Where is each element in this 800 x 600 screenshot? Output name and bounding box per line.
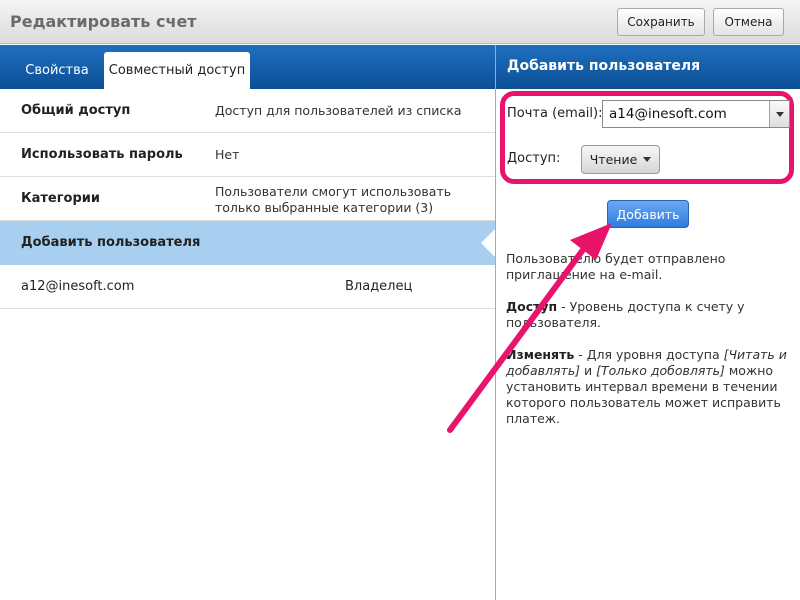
add-user-button[interactable]: Добавить xyxy=(607,200,689,228)
email-label: Почта (email): xyxy=(507,106,603,121)
row-shared-access[interactable]: Общий доступ Доступ для пользователей из… xyxy=(0,89,495,133)
row-label: Добавить пользователя xyxy=(21,235,201,250)
row-categories[interactable]: Категории Пользователи смогут использова… xyxy=(0,177,495,221)
row-value: Нет xyxy=(215,147,240,162)
row-label: Категории xyxy=(21,191,100,206)
help-text: Пользователю будет отправлено приглашени… xyxy=(506,251,792,443)
help-access-term: Доступ xyxy=(506,299,558,314)
help-invitation: Пользователю будет отправлено приглашени… xyxy=(506,251,726,282)
help-edit: Изменять - Для уровня доступа [Читать и … xyxy=(506,347,792,427)
window-titlebar: Редактировать счет Сохранить Отмена xyxy=(0,0,800,44)
add-user-panel-header: Добавить пользователя xyxy=(496,45,800,89)
help-edit-level-2: [Только добовлять] xyxy=(596,363,725,378)
user-email: a12@inesoft.com xyxy=(21,279,135,294)
cancel-button[interactable]: Отмена xyxy=(713,8,784,36)
caret-down-icon xyxy=(643,157,652,162)
user-list-item[interactable]: a12@inesoft.com Владелец xyxy=(0,265,495,309)
tab-properties[interactable]: Свойства xyxy=(18,52,96,89)
email-dropdown-button[interactable] xyxy=(769,101,789,127)
email-input-value[interactable]: a14@inesoft.com xyxy=(609,106,727,122)
row-label: Использовать пароль xyxy=(21,147,183,162)
help-edit-text-2: и xyxy=(580,363,597,378)
add-user-panel-title: Добавить пользователя xyxy=(507,58,701,74)
save-button[interactable]: Сохранить xyxy=(617,8,705,36)
selection-pointer xyxy=(481,229,495,257)
tab-bar: Свойства Совместный доступ xyxy=(0,45,495,89)
access-level-dropdown[interactable]: Чтение xyxy=(581,145,660,174)
window-title: Редактировать счет xyxy=(10,12,197,31)
help-access: Доступ - Уровень доступа к счету у польз… xyxy=(506,299,792,331)
help-edit-term: Изменять xyxy=(506,347,575,362)
user-role: Владелец xyxy=(345,279,413,294)
chevron-down-icon xyxy=(775,111,784,117)
row-add-user[interactable]: Добавить пользователя xyxy=(0,221,495,265)
row-label: Общий доступ xyxy=(21,103,131,118)
sharing-settings-list: Общий доступ Доступ для пользователей из… xyxy=(0,89,495,309)
access-label: Доступ: xyxy=(507,151,561,166)
row-value: Пользователи смогут использовать только … xyxy=(215,184,452,215)
tab-sharing[interactable]: Совместный доступ xyxy=(104,52,250,89)
row-value: Доступ для пользователей из списка xyxy=(215,103,462,118)
access-level-value: Чтение xyxy=(589,152,638,167)
email-combobox[interactable]: a14@inesoft.com xyxy=(602,100,790,128)
help-edit-text: - Для уровня доступа xyxy=(574,347,724,362)
row-use-password[interactable]: Использовать пароль Нет xyxy=(0,133,495,177)
